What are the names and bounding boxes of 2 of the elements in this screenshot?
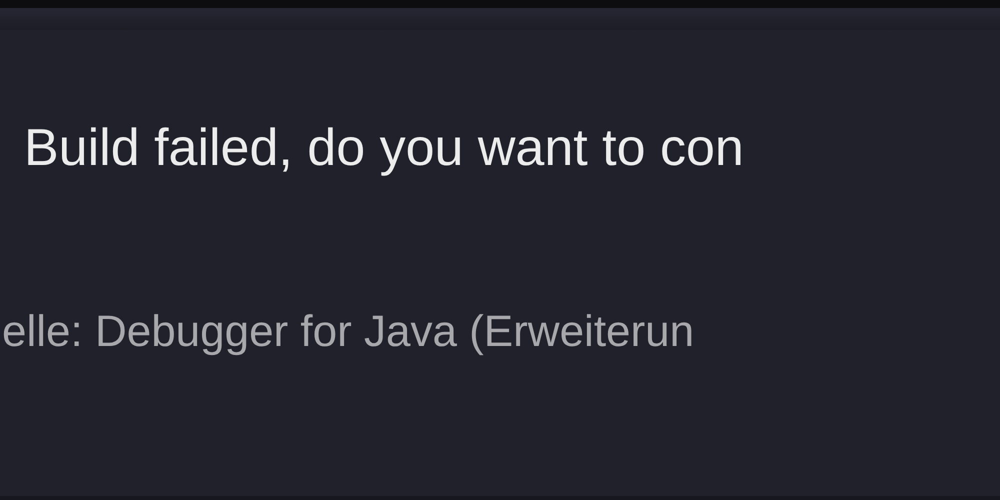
notification-message: Build failed, do you want to con xyxy=(24,118,744,178)
notification-source: elle: Debugger for Java (Erweiterun xyxy=(2,306,694,358)
